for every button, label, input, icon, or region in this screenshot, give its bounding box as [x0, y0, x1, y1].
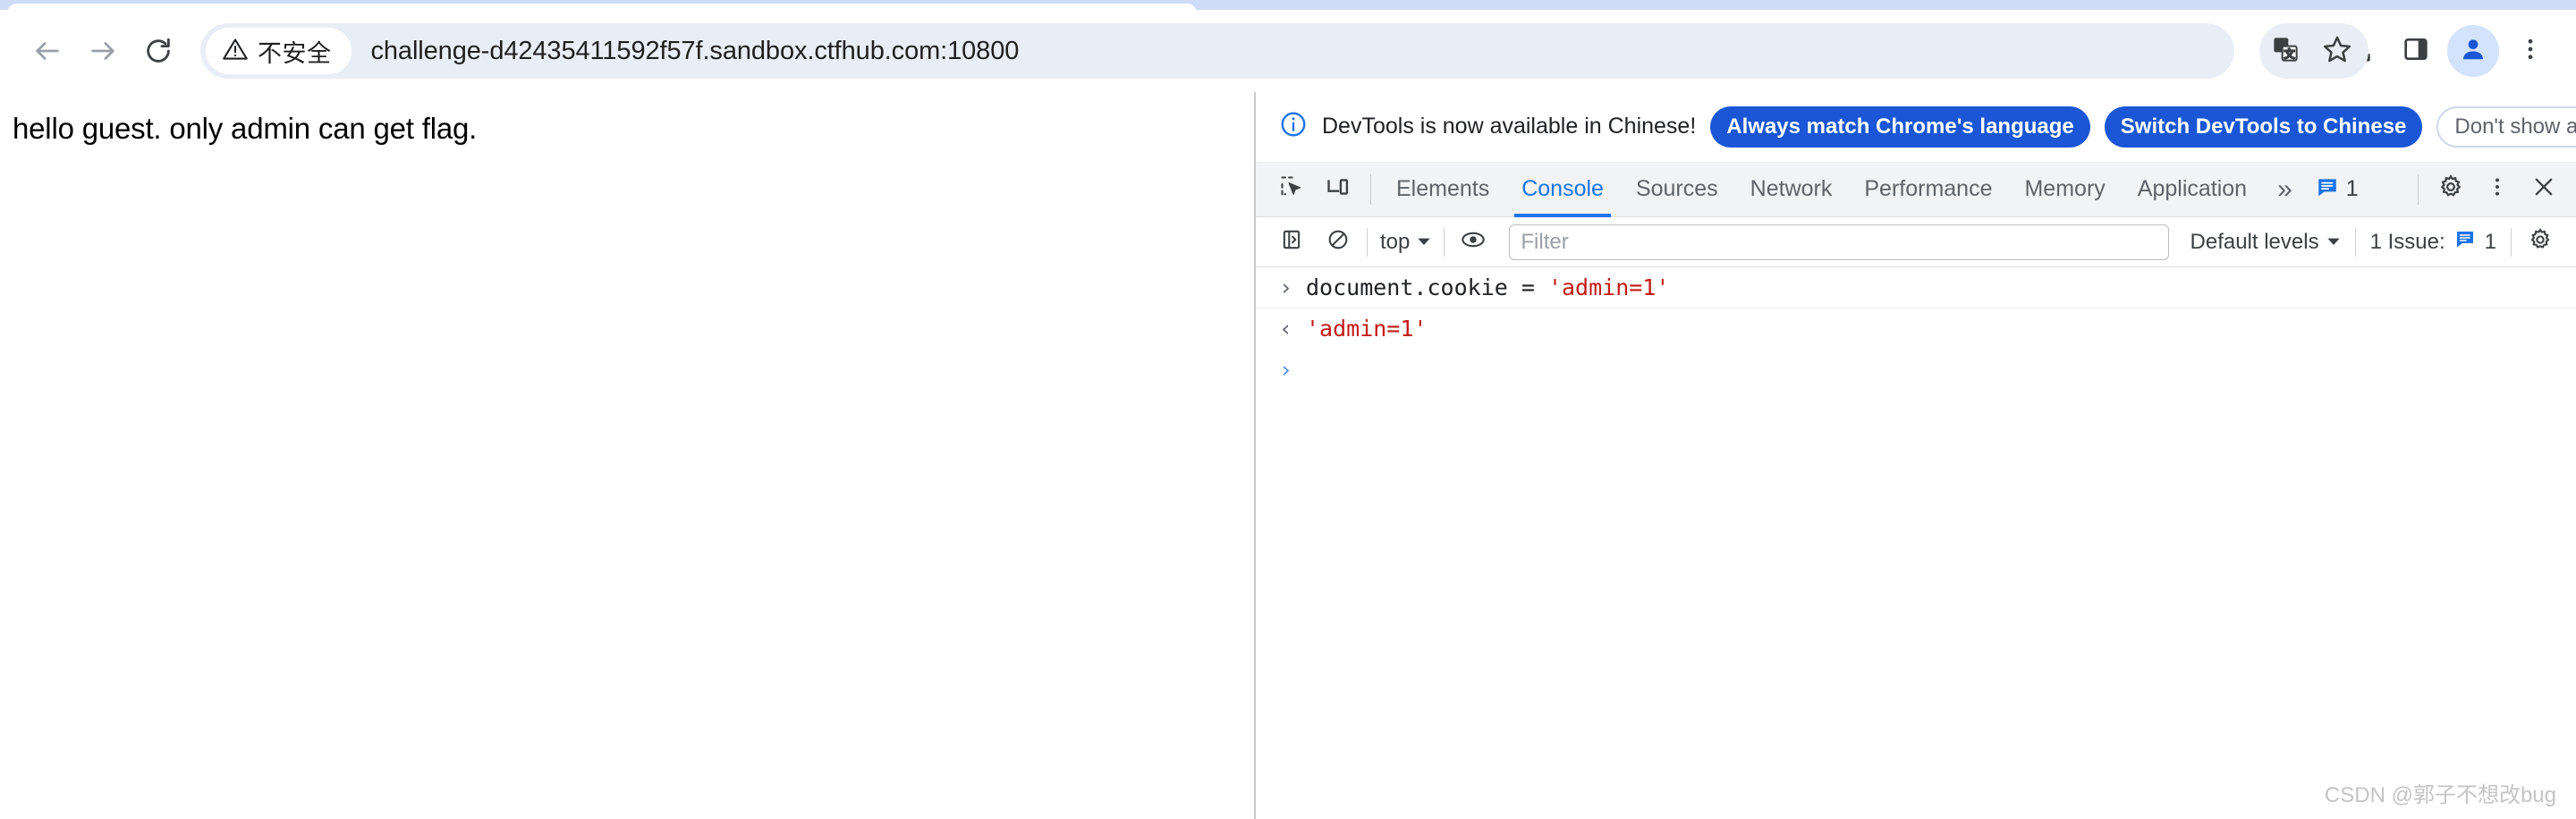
back-arrow-icon	[32, 36, 63, 66]
profile-avatar-icon	[2459, 35, 2487, 68]
issues-message-icon	[2316, 175, 2339, 203]
browser-toolbar: 不安全 challenge-d42435411592f57f.sandbox.c…	[0, 10, 2576, 92]
prompt-caret-icon: ›	[1279, 356, 1293, 383]
console-input-row[interactable]: › document.cookie = 'admin=1'	[1256, 267, 2576, 309]
clear-console-button[interactable]	[1315, 219, 1361, 266]
console-sidebar-icon	[1280, 228, 1303, 256]
device-toolbar-button[interactable]	[1315, 166, 1361, 213]
console-prompt-row[interactable]: ›	[1256, 350, 2576, 390]
bookmark-star-icon	[2322, 34, 2352, 69]
web-page-viewport: hello guest. only admin can get flag.	[0, 92, 1256, 819]
chrome-menu-button[interactable]	[2504, 25, 2556, 77]
tab-elements[interactable]: Elements	[1380, 162, 1505, 217]
console-output-row[interactable]: ‹ 'admin=1'	[1256, 308, 2576, 349]
console-filter-input[interactable]	[1509, 224, 2169, 260]
live-expression-button[interactable]	[1450, 219, 1496, 266]
watermark-text: CSDN @郭子不想改bug	[2324, 783, 2556, 807]
tab-memory[interactable]: Memory	[2008, 162, 2121, 217]
console-input-code: document.cookie =	[1306, 274, 1548, 300]
input-caret-icon: ›	[1279, 274, 1293, 300]
devtools-language-banner: DevTools is now available in Chinese! Al…	[1256, 92, 2576, 162]
console-issues-link[interactable]: 1 Issue: 1	[2361, 228, 2505, 256]
devtools-panel: DevTools is now available in Chinese! Al…	[1256, 92, 2576, 819]
tab-application[interactable]: Application	[2122, 162, 2263, 217]
output-caret-icon: ‹	[1279, 316, 1293, 342]
devtools-tab-bar: Elements Console Sources Network Perform…	[1256, 162, 2576, 217]
back-button[interactable]	[20, 23, 75, 79]
tab-console[interactable]: Console	[1505, 162, 1620, 217]
url-text[interactable]: challenge-d42435411592f57f.sandbox.ctfhu…	[371, 37, 1020, 66]
console-toolbar-divider-2	[1444, 227, 1445, 257]
reload-button[interactable]	[131, 23, 186, 79]
switch-devtools-language-button[interactable]: Switch DevTools to Chinese	[2104, 106, 2423, 148]
warning-triangle-icon	[222, 36, 249, 67]
console-message-list[interactable]: › document.cookie = 'admin=1' ‹ 'admin=1…	[1256, 267, 2576, 819]
tab-sources[interactable]: Sources	[1620, 162, 1734, 217]
forward-button[interactable]	[75, 23, 131, 79]
profile-button[interactable]	[2447, 25, 2499, 77]
console-input-string: 'admin=1'	[1547, 274, 1670, 300]
tab-performance[interactable]: Performance	[1848, 162, 2008, 217]
tabbar-divider-right	[2418, 173, 2419, 205]
forward-arrow-icon	[88, 36, 118, 66]
console-settings-button[interactable]	[2517, 219, 2563, 266]
console-log-levels-select[interactable]: Default levels	[2182, 230, 2350, 255]
issues-badge-button[interactable]: 1	[2307, 175, 2368, 203]
log-levels-label: Default levels	[2190, 229, 2319, 254]
side-panel-button[interactable]	[2390, 25, 2442, 77]
reload-icon	[143, 36, 174, 66]
tab-network[interactable]: Network	[1734, 162, 1849, 217]
devtools-close-button[interactable]	[2521, 166, 2567, 213]
inspect-element-button[interactable]	[1268, 166, 1315, 213]
console-toolbar-divider-3	[2354, 227, 2356, 257]
info-circle-icon	[1279, 110, 1308, 143]
live-expression-icon	[1461, 227, 1486, 257]
console-toolbar-divider-4	[2511, 227, 2512, 257]
dots-vertical-icon	[2517, 36, 2544, 67]
device-toolbar-icon	[1326, 174, 1351, 204]
execution-context-label: top	[1380, 229, 1411, 254]
chevron-down-icon	[1417, 230, 1431, 255]
devtools-settings-button[interactable]	[2428, 166, 2474, 213]
console-toolbar-divider-1	[1367, 227, 1368, 257]
console-toolbar: top Default levels	[1256, 217, 2576, 267]
close-icon	[2531, 174, 2556, 204]
issues-label: 1 Issue:	[2369, 229, 2445, 254]
browser-tab-strip	[0, 0, 2576, 13]
address-bar[interactable]: 不安全 challenge-d42435411592f57f.sandbox.c…	[200, 23, 2234, 79]
page-body-text: hello guest. only admin can get flag.	[13, 112, 478, 145]
always-match-language-button[interactable]: Always match Chrome's language	[1710, 106, 2090, 148]
tabbar-divider	[1370, 173, 1371, 205]
side-panel-icon	[2402, 35, 2430, 68]
issues-badge-count: 1	[2345, 176, 2359, 201]
gear-icon	[2528, 227, 2553, 257]
dots-vertical-icon	[2486, 175, 2509, 203]
svg-text:文: 文	[2284, 46, 2295, 60]
more-tabs-button[interactable]: »	[2263, 174, 2307, 205]
security-status-text: 不安全	[258, 39, 332, 67]
translate-icon: G 文	[2271, 35, 2300, 68]
tabbar-right-controls	[2409, 166, 2567, 213]
bookmark-button[interactable]	[2311, 25, 2363, 77]
inspect-element-icon	[1279, 174, 1304, 204]
gear-icon	[2437, 173, 2464, 205]
console-sidebar-button[interactable]	[1268, 219, 1315, 266]
execution-context-select[interactable]: top	[1373, 230, 1438, 255]
dont-show-again-button[interactable]: Don't show again	[2436, 106, 2576, 148]
devtools-menu-button[interactable]	[2474, 166, 2521, 213]
translate-button[interactable]: G 文	[2259, 25, 2311, 77]
chevron-down-icon	[2326, 230, 2341, 255]
banner-message: DevTools is now available in Chinese!	[1322, 114, 1697, 139]
issues-message-icon	[2454, 228, 2476, 256]
console-issues-count: 1	[2484, 229, 2496, 254]
console-output-value: 'admin=1'	[1306, 316, 1428, 342]
omnibox-action-icons: G 文	[2259, 23, 2368, 79]
clear-console-icon	[1326, 228, 1350, 256]
viewport-split: hello guest. only admin can get flag. De…	[0, 92, 2576, 819]
site-security-chip[interactable]: 不安全	[206, 28, 352, 74]
